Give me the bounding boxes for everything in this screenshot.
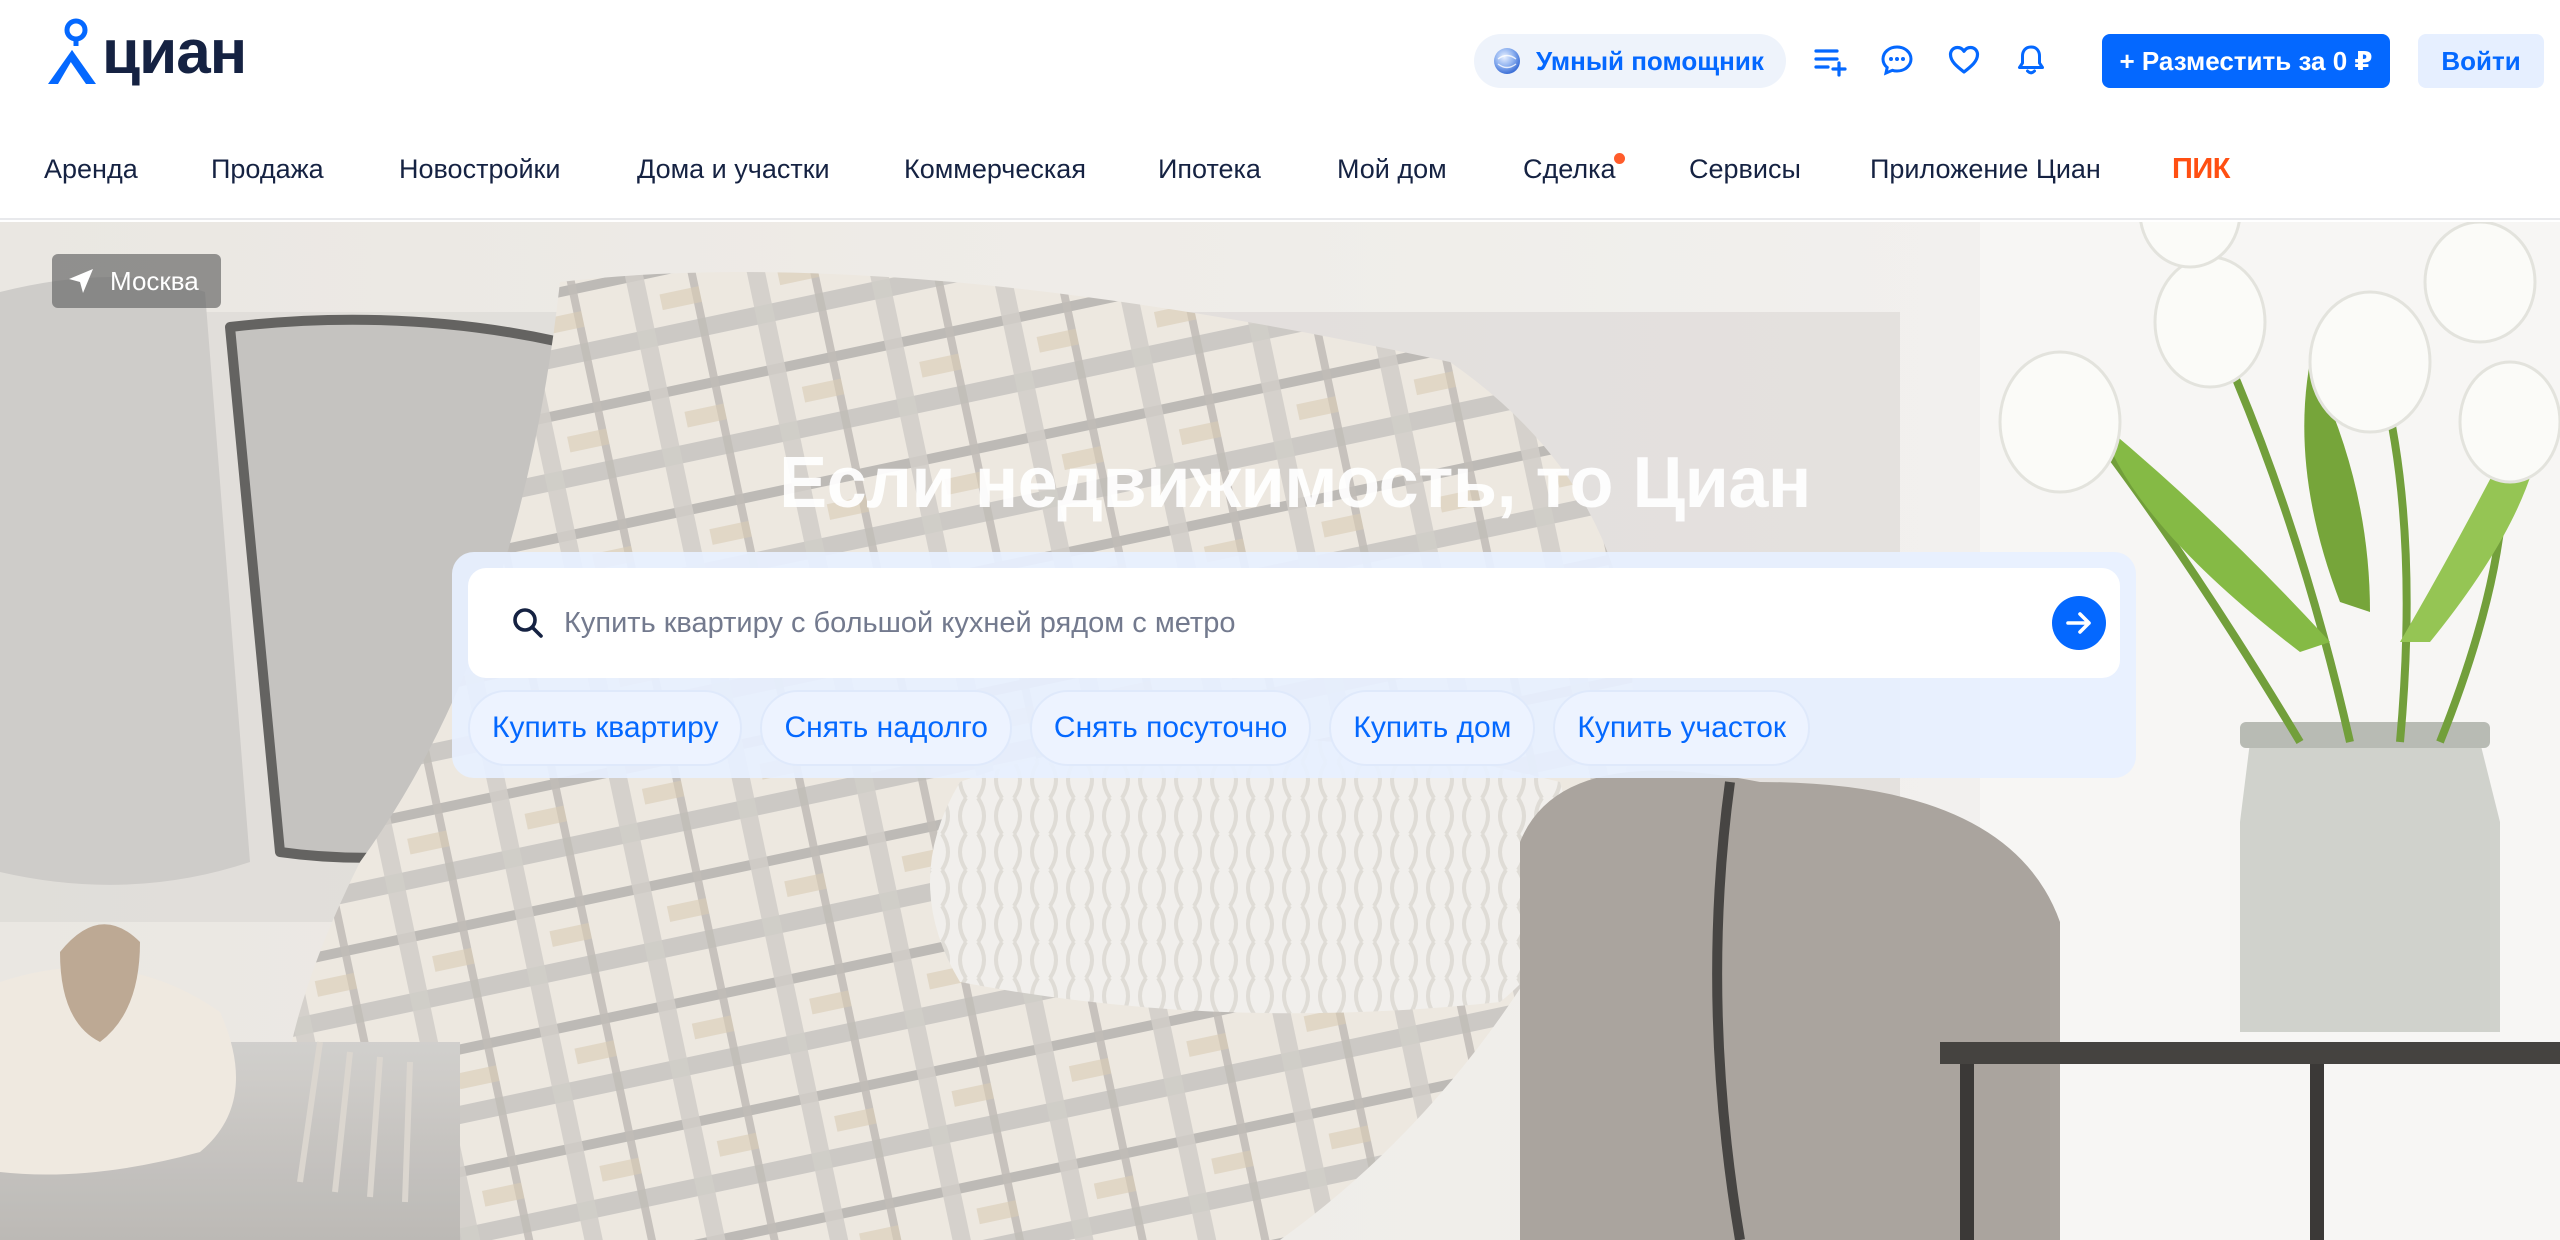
search-card: Купить квартиру Снять надолго Снять посу… — [452, 552, 2136, 778]
hero-title: Если недвижимость, то Циан — [779, 443, 1811, 523]
city-selector[interactable]: Москва — [52, 254, 221, 308]
cian-logo[interactable]: циан — [42, 8, 247, 88]
chat-icon[interactable] — [1873, 36, 1921, 84]
quick-search-chips: Купить квартиру Снять надолго Снять посу… — [468, 690, 1811, 766]
search-box — [468, 568, 2120, 678]
nav-item-commercial[interactable]: Коммерческая — [904, 154, 1086, 185]
deal-notification-dot — [1614, 153, 1625, 164]
search-icon — [513, 608, 543, 638]
assistant-sphere-icon — [1494, 48, 1520, 74]
nav-item-services[interactable]: Сервисы — [1689, 154, 1801, 185]
compare-list-icon[interactable] — [1806, 36, 1854, 84]
nav-item-new-buildings[interactable]: Новостройки — [399, 154, 560, 185]
arrow-right-icon — [2066, 612, 2091, 634]
nav-item-deal[interactable]: Сделка — [1523, 154, 1616, 185]
nav-item-rent[interactable]: Аренда — [44, 154, 138, 185]
nav-item-mortgage[interactable]: Ипотека — [1158, 154, 1261, 185]
search-input[interactable] — [564, 568, 2004, 678]
nav-item-houses[interactable]: Дома и участки — [637, 154, 830, 185]
nav-item-app[interactable]: Приложение Циан — [1870, 154, 2101, 185]
chip-rent-daily[interactable]: Снять посуточно — [1029, 690, 1312, 766]
cian-logo-icon — [48, 18, 96, 84]
logo-text: циан — [102, 18, 247, 87]
nav-item-my-home[interactable]: Мой дом — [1337, 154, 1447, 185]
nav-item-sale[interactable]: Продажа — [211, 154, 324, 185]
chip-buy-land[interactable]: Купить участок — [1553, 690, 1811, 766]
place-ad-button[interactable]: + Разместить за 0 ₽ — [2102, 34, 2390, 88]
assistant-label: Умный помощник — [1536, 45, 1764, 76]
heart-icon[interactable] — [1940, 36, 1988, 84]
bell-icon[interactable] — [2007, 36, 2055, 84]
chip-buy-flat[interactable]: Купить квартиру — [468, 690, 743, 766]
main-nav: Аренда Продажа Новостройки Дома и участк… — [0, 140, 2560, 220]
chip-rent-long[interactable]: Снять надолго — [760, 690, 1012, 766]
hero-section: Москва Если недвижимость, то Циан Купить… — [0, 222, 2560, 1240]
nav-item-pik-logo[interactable]: ПИК — [2172, 153, 2230, 186]
site-header: циан Умный помощник + Разместить за 0 ₽ … — [0, 0, 2560, 122]
location-arrow-icon — [69, 269, 93, 293]
city-label: Москва — [110, 265, 199, 296]
login-button[interactable]: Войти — [2418, 34, 2544, 88]
search-submit-button[interactable] — [2052, 596, 2106, 650]
chip-buy-house[interactable]: Купить дом — [1329, 690, 1536, 766]
smart-assistant-button[interactable]: Умный помощник — [1474, 34, 1786, 88]
